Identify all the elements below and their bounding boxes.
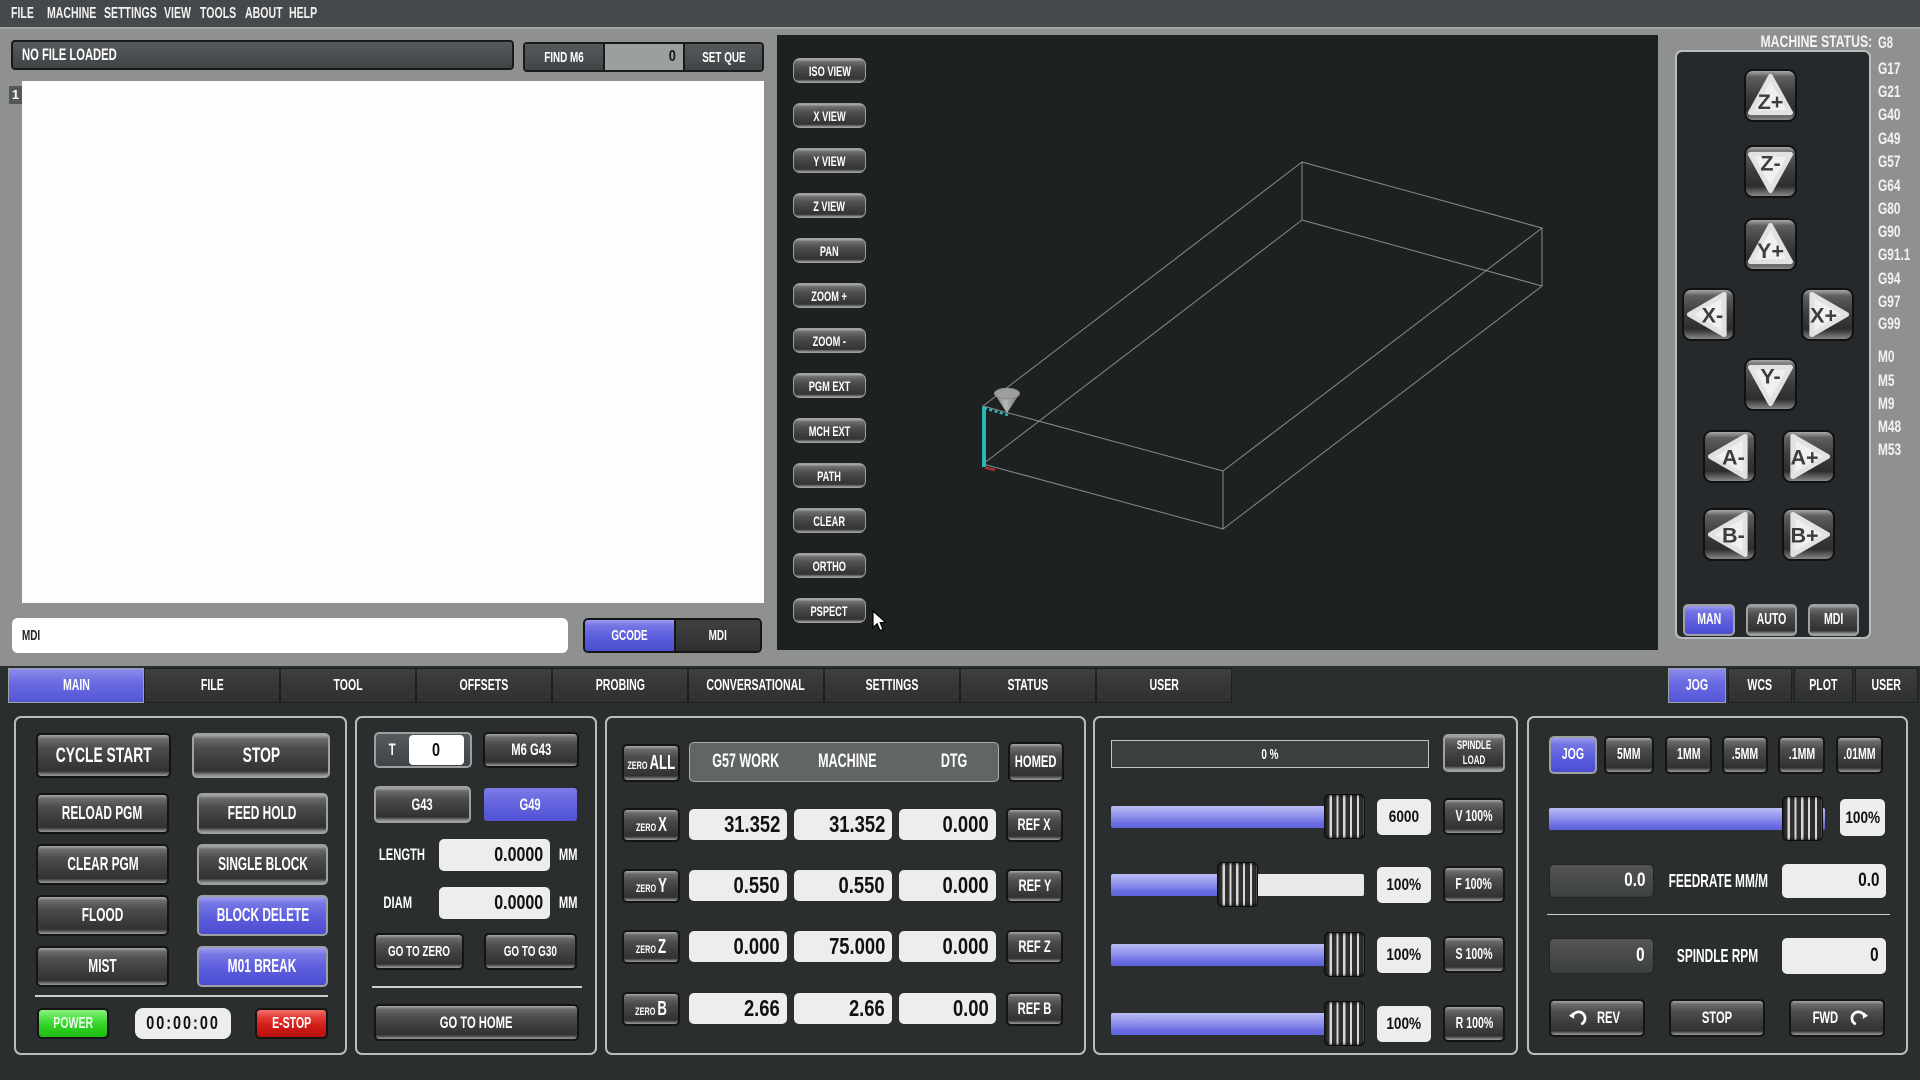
svg-text:Y+: Y+ bbox=[1757, 238, 1784, 263]
svg-text:A+: A+ bbox=[1791, 444, 1819, 469]
svg-text:Z-: Z- bbox=[1760, 151, 1780, 176]
svg-text:B+: B+ bbox=[1791, 522, 1819, 547]
svg-text:B-: B- bbox=[1722, 522, 1745, 547]
svg-text:Y-: Y- bbox=[1760, 364, 1780, 389]
svg-text:A-: A- bbox=[1722, 444, 1745, 469]
svg-text:Z+: Z+ bbox=[1758, 89, 1784, 114]
svg-text:X-: X- bbox=[1702, 302, 1724, 327]
svg-text:X+: X+ bbox=[1810, 302, 1837, 327]
